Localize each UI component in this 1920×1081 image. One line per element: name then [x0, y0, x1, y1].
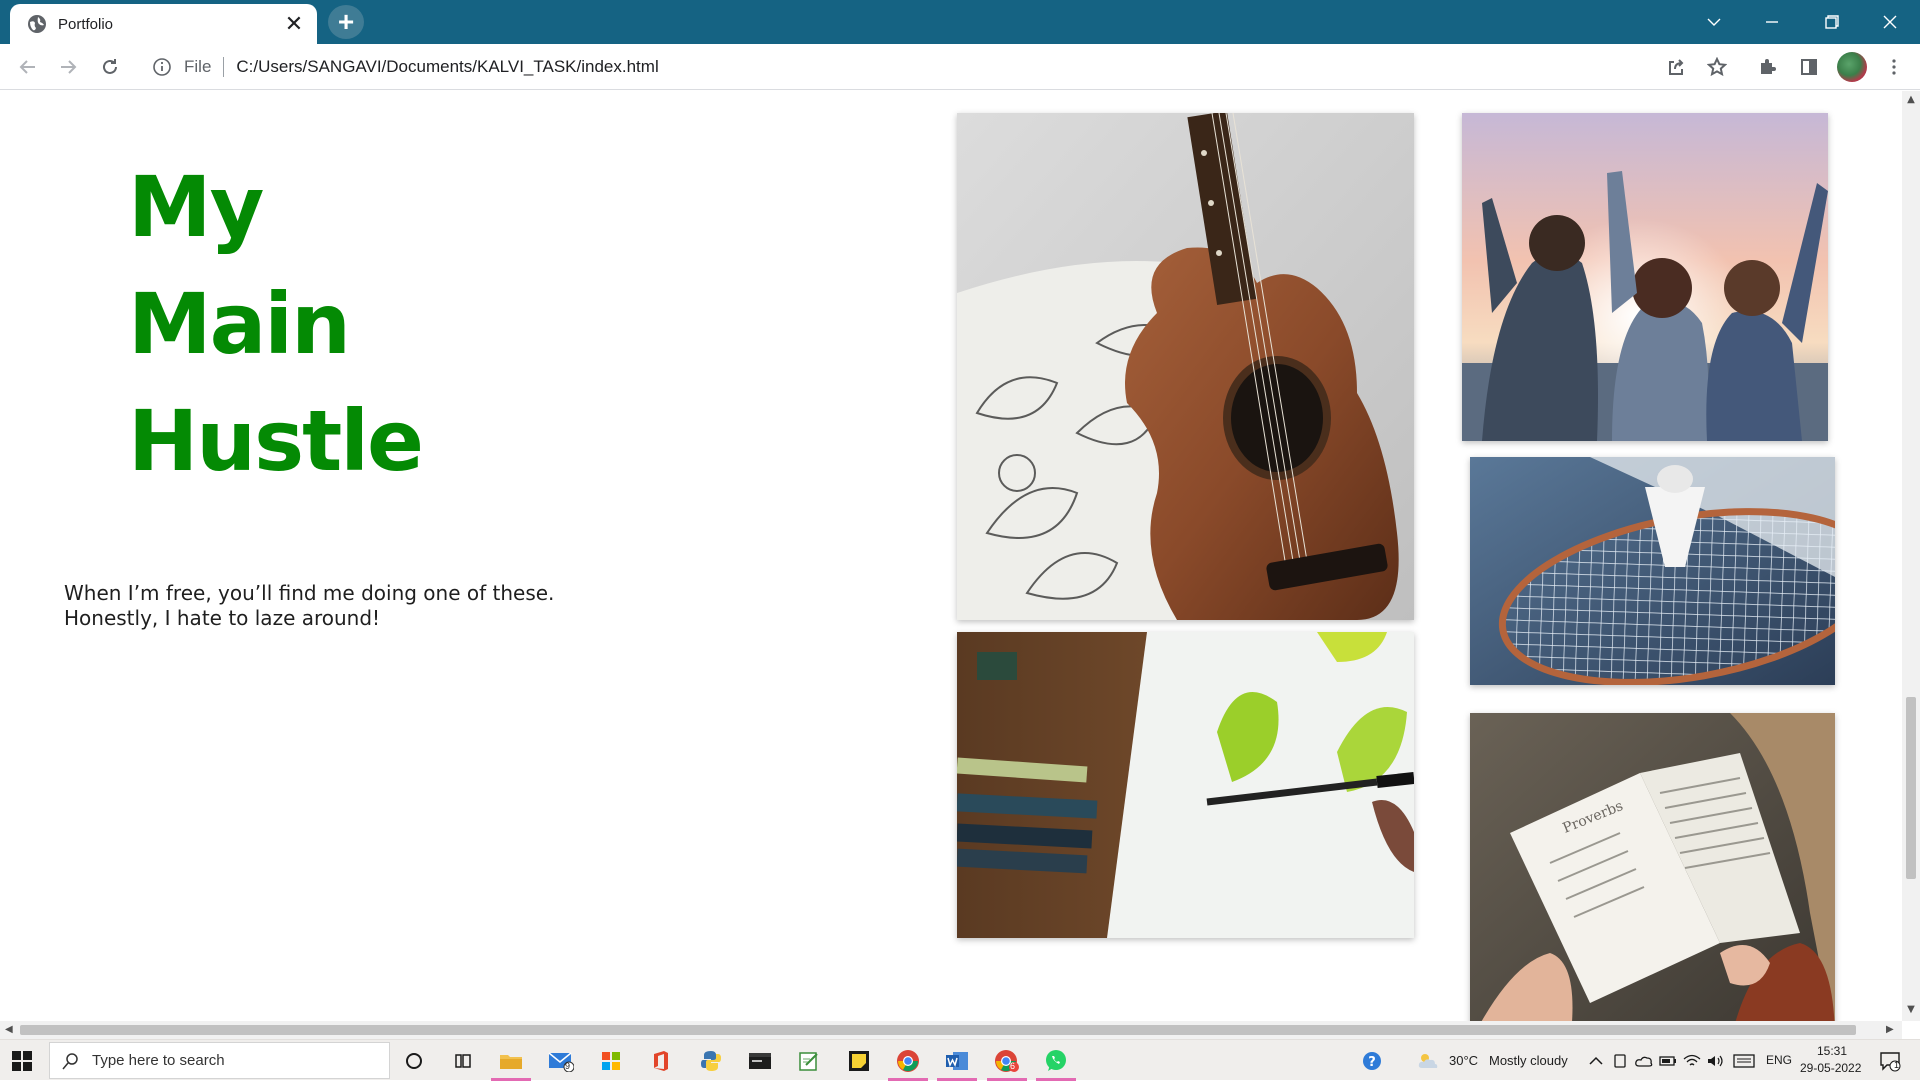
windows-taskbar: Type here to search 9 6 ? 30°C Mostly cl… — [0, 1039, 1920, 1081]
title-line-1: My — [128, 158, 264, 256]
horizontal-scrollbar[interactable]: ◀ ▶ — [0, 1021, 1902, 1039]
tagline-line-1: When I’m free, you’ll find me doing one … — [64, 581, 555, 605]
taskbar-search-placeholder: Type here to search — [92, 1052, 225, 1069]
microsoft-store-icon[interactable] — [597, 1047, 625, 1075]
share-icon[interactable] — [1662, 53, 1690, 81]
mail-icon[interactable]: 9 — [547, 1047, 575, 1075]
clock-time[interactable]: 15:31 — [1817, 1044, 1847, 1058]
file-explorer-icon[interactable] — [491, 1047, 531, 1081]
new-tab-button[interactable]: + — [328, 5, 364, 39]
globe-icon — [28, 15, 46, 33]
title-line-3: Hustle — [128, 392, 424, 490]
help-icon[interactable]: ? — [1358, 1047, 1386, 1075]
title-line-2: Main — [128, 275, 351, 373]
volume-icon[interactable] — [1702, 1047, 1730, 1075]
word-icon[interactable] — [937, 1047, 977, 1081]
restore-button[interactable] — [1804, 0, 1860, 44]
scroll-left-arrow-icon[interactable]: ◀ — [5, 1025, 13, 1035]
mail-badge: 9 — [565, 1061, 571, 1071]
task-view-icon[interactable] — [449, 1047, 477, 1075]
scroll-down-arrow-icon[interactable]: ▼ — [1906, 1005, 1916, 1015]
office-icon[interactable] — [647, 1047, 675, 1075]
info-icon[interactable] — [152, 57, 172, 77]
close-window-button[interactable] — [1862, 0, 1918, 44]
clock-date[interactable]: 29-05-2022 — [1800, 1061, 1861, 1075]
page-viewport: My Main Hustle When I’m free, you’ll fin… — [0, 91, 1902, 1021]
menu-kebab-icon[interactable] — [1880, 53, 1908, 81]
weather-condition[interactable]: Mostly cloudy — [1489, 1053, 1568, 1068]
language-indicator[interactable]: ENG — [1766, 1053, 1792, 1067]
file-scheme-chip: File — [184, 57, 212, 76]
taskbar-search-box[interactable]: Type here to search — [49, 1042, 390, 1079]
windows-start-icon[interactable] — [12, 1051, 32, 1071]
badminton-photo — [1470, 457, 1835, 685]
keyboard-icon[interactable] — [1730, 1047, 1758, 1075]
terminal-app-icon[interactable] — [746, 1047, 774, 1075]
whatsapp-icon[interactable] — [1036, 1047, 1076, 1081]
chrome-profile-icon[interactable]: 6 — [987, 1047, 1027, 1081]
chrome-icon[interactable] — [888, 1047, 928, 1081]
tab-title: Portfolio — [58, 15, 114, 33]
address-separator — [223, 57, 225, 77]
close-tab-icon[interactable]: ✕ — [283, 13, 305, 35]
reading-photo: Proverbs — [1470, 713, 1835, 1021]
vertical-scroll-thumb[interactable] — [1906, 697, 1916, 879]
scroll-right-arrow-icon[interactable]: ▶ — [1886, 1025, 1894, 1035]
scroll-up-arrow-icon[interactable]: ▲ — [1906, 95, 1916, 105]
guitar-photo — [957, 113, 1414, 620]
browser-toolbar: File C:/Users/SANGAVI/Documents/KALVI_TA… — [0, 44, 1920, 90]
python-icon[interactable] — [697, 1047, 725, 1075]
notification-badge: 1 — [1894, 1060, 1900, 1070]
painting-photo — [957, 632, 1414, 938]
address-bar[interactable]: File C:/Users/SANGAVI/Documents/KALVI_TA… — [140, 51, 1700, 83]
tab-search-chevron-icon[interactable] — [1686, 0, 1742, 44]
bookmark-star-icon[interactable] — [1703, 53, 1731, 81]
address-url[interactable]: C:/Users/SANGAVI/Documents/KALVI_TASK/in… — [236, 57, 658, 77]
reload-button[interactable] — [96, 53, 124, 81]
profile-avatar[interactable] — [1837, 52, 1867, 82]
tagline: When I’m free, you’ll find me doing one … — [64, 581, 624, 631]
forward-button[interactable] — [54, 53, 82, 81]
extensions-puzzle-icon[interactable] — [1753, 53, 1781, 81]
horizontal-scroll-thumb[interactable] — [20, 1025, 1856, 1035]
minimize-button[interactable] — [1744, 0, 1800, 44]
sticky-notes-icon[interactable] — [845, 1047, 873, 1075]
vertical-scrollbar[interactable]: ▲ ▼ — [1902, 91, 1920, 1021]
search-icon — [62, 1052, 78, 1069]
notepad-icon[interactable] — [795, 1047, 823, 1075]
back-button[interactable] — [14, 53, 42, 81]
weather-cloud-icon[interactable] — [1414, 1047, 1442, 1075]
tab-strip: Portfolio ✕ + — [0, 0, 1920, 44]
notification-center-icon[interactable]: 1 — [1876, 1047, 1904, 1075]
page-title: My Main Hustle — [128, 149, 424, 500]
tagline-line-2: Honestly, I hate to laze around! — [64, 606, 381, 630]
svg-text:?: ? — [1368, 1055, 1376, 1070]
side-panel-icon[interactable] — [1795, 53, 1823, 81]
cortana-icon[interactable] — [400, 1047, 428, 1075]
tab-portfolio[interactable]: Portfolio ✕ — [10, 4, 317, 44]
chrome-badge: 6 — [1010, 1061, 1016, 1071]
friends-sunset-photo — [1462, 113, 1828, 441]
weather-temp[interactable]: 30°C — [1449, 1053, 1478, 1068]
